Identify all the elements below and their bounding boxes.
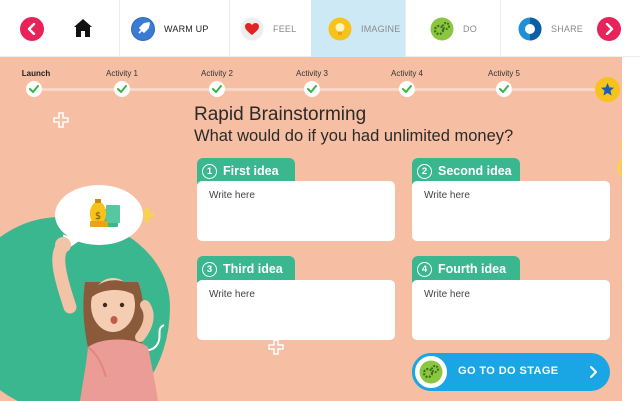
idea-header-4: 4 Fourth idea [412, 256, 520, 282]
idea-placeholder: Write here [209, 190, 255, 201]
idea-input-3[interactable]: Write here [197, 280, 395, 340]
step-label-activity-1: Activity 1 [105, 69, 139, 78]
share-icon [518, 17, 542, 41]
idea-label: First idea [223, 164, 279, 178]
idea-label: Second idea [438, 164, 512, 178]
idea-input-1[interactable]: Write here [197, 181, 395, 241]
gears-icon [412, 353, 450, 391]
plus-decoration-icon [53, 112, 69, 128]
idea-placeholder: Write here [209, 289, 255, 300]
activity-title: Rapid Brainstorming [194, 104, 367, 125]
checkmark-icon [29, 85, 39, 93]
idea-header-3: 3 Third idea [197, 256, 295, 282]
step-label-launch: Launch [21, 69, 51, 78]
step-activity-4-check[interactable] [399, 81, 415, 97]
heart-icon [240, 17, 264, 41]
lightbulb-icon [328, 17, 352, 41]
stage-tab-share[interactable]: SHARE [518, 0, 583, 57]
rocket-icon [131, 16, 155, 41]
idea-placeholder: Write here [424, 190, 470, 201]
stage-label: FEEL [273, 23, 297, 34]
home-icon [74, 19, 92, 37]
step-activity-3-check[interactable] [304, 81, 320, 97]
step-label-activity-5: Activity 5 [487, 69, 521, 78]
top-navigation: WARM UP FEEL IMAGINE DO SHARE [0, 0, 640, 57]
stage-tab-imagine[interactable]: IMAGINE [311, 0, 405, 57]
step-activity-2-check[interactable] [209, 81, 225, 97]
idea-number-badge: 3 [202, 261, 217, 277]
step-activity-1-check[interactable] [114, 81, 130, 97]
checkmark-icon [212, 85, 222, 93]
go-to-do-stage-button[interactable]: GO TO DO STAGE [412, 353, 610, 391]
activity-question: What would do if you had unlimited money… [194, 127, 514, 145]
divider [500, 0, 501, 57]
checkmark-icon [117, 85, 127, 93]
gears-icon [430, 17, 454, 41]
idea-number-badge: 1 [202, 163, 217, 179]
step-activity-5-check[interactable] [496, 81, 512, 97]
right-margin [622, 57, 640, 401]
stage-tab-do[interactable]: DO [430, 0, 477, 57]
checkmark-icon [307, 85, 317, 93]
plus-decoration-icon [268, 339, 284, 355]
stage-tab-feel[interactable]: FEEL [240, 0, 296, 57]
idea-label: Third idea [223, 262, 283, 276]
step-launch-check[interactable] [26, 81, 42, 97]
idea-number-badge: 2 [417, 163, 432, 179]
chevron-right-icon [590, 366, 597, 378]
idea-input-2[interactable]: Write here [412, 181, 610, 241]
checkmark-icon [402, 85, 412, 93]
previous-button[interactable] [20, 17, 44, 41]
final-step-badge[interactable] [595, 77, 620, 102]
stage-label: IMAGINE [361, 23, 401, 34]
next-button[interactable] [597, 17, 621, 41]
idea-label: Fourth idea [438, 262, 507, 276]
stage-tab-warm-up[interactable]: WARM UP [131, 0, 209, 57]
home-button[interactable] [72, 17, 94, 39]
divider [229, 0, 230, 57]
star-icon [601, 83, 614, 96]
chevron-left-icon [27, 23, 36, 35]
idea-placeholder: Write here [424, 289, 470, 300]
stage-label: DO [463, 23, 477, 34]
divider [119, 0, 120, 57]
step-label-activity-4: Activity 4 [390, 69, 424, 78]
stage-label: SHARE [551, 23, 584, 34]
girl-illustration [52, 237, 158, 401]
idea-input-4[interactable]: Write here [412, 280, 610, 340]
stage-label: WARM UP [164, 23, 209, 34]
chevron-right-icon [605, 23, 614, 35]
step-label-activity-3: Activity 3 [295, 69, 329, 78]
cta-label: GO TO DO STAGE [458, 365, 559, 377]
checkmark-icon [499, 85, 509, 93]
activity-panel: Launch Activity 1 Activity 2 Activity 3 … [0, 57, 640, 401]
step-label-activity-2: Activity 2 [200, 69, 234, 78]
idea-number-badge: 4 [417, 261, 432, 277]
divider [405, 0, 406, 57]
